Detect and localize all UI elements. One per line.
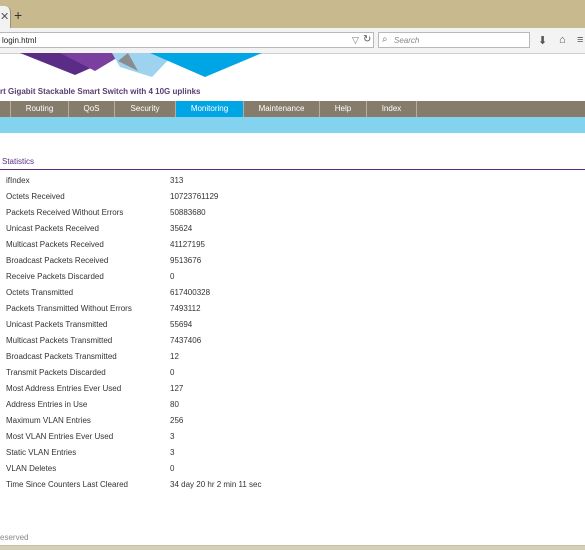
- stat-label: VLAN Deletes: [6, 464, 57, 473]
- main-menu: Routing QoS Security Monitoring Maintena…: [0, 101, 585, 117]
- stat-value: 0: [170, 272, 175, 281]
- stat-value: 256: [170, 416, 184, 425]
- browser-tab-strip: ✕ +: [0, 0, 585, 28]
- close-tab-icon[interactable]: ✕: [0, 10, 9, 23]
- stat-label: Receive Packets Discarded: [6, 272, 104, 281]
- table-row: Broadcast Packets Transmitted 12: [0, 348, 585, 364]
- menu-item-qos[interactable]: QoS: [69, 101, 115, 117]
- browser-navbar: login.html ▽ ↻ ⌕ Search ⬇ ⌂ ≡: [0, 28, 585, 54]
- table-row: Address Entries in Use 80: [0, 396, 585, 412]
- stat-label: Maximum VLAN Entries: [6, 416, 91, 425]
- stat-label: Static VLAN Entries: [6, 448, 77, 457]
- product-title: rt Gigabit Stackable Smart Switch with 4…: [0, 87, 201, 96]
- stat-value: 7493112: [170, 304, 201, 313]
- window-bottom-edge: [0, 546, 585, 550]
- stat-label: Most VLAN Entries Ever Used: [6, 432, 114, 441]
- table-row: Broadcast Packets Received 9513676: [0, 252, 585, 268]
- search-bar[interactable]: ⌕ Search: [378, 32, 530, 48]
- stat-value: 3: [170, 432, 175, 441]
- stat-value: 0: [170, 368, 175, 377]
- menu-item-hidden[interactable]: [0, 101, 11, 117]
- table-row: Most VLAN Entries Ever Used 3: [0, 428, 585, 444]
- stat-value: 41127195: [170, 240, 205, 249]
- stat-label: Multicast Packets Transmitted: [6, 336, 113, 345]
- table-row: Time Since Counters Last Cleared 34 day 2…: [0, 476, 585, 492]
- stat-value: 55694: [170, 320, 193, 329]
- stat-value: 617400328: [170, 288, 211, 297]
- stat-value: 10723761129: [170, 192, 219, 201]
- submenu-bar: [0, 117, 585, 133]
- reload-icon[interactable]: ↻: [363, 34, 371, 45]
- menu-icon[interactable]: ≡: [577, 34, 583, 46]
- menu-item-security[interactable]: Security: [115, 101, 176, 117]
- footer-copyright: eserved: [0, 533, 29, 542]
- url-text[interactable]: login.html: [2, 36, 36, 45]
- section-divider: [0, 169, 585, 170]
- stat-value: 34 day 20 hr 2 min 11 sec: [170, 480, 262, 489]
- table-row: Multicast Packets Received 41127195: [0, 236, 585, 252]
- table-row: Maximum VLAN Entries 256: [0, 412, 585, 428]
- search-input[interactable]: Search: [394, 36, 419, 45]
- stat-value: 12: [170, 352, 179, 361]
- stat-value: 50883680: [170, 208, 206, 217]
- table-row: Most Address Entries Ever Used 127: [0, 380, 585, 396]
- table-row: Octets Transmitted 617400328: [0, 284, 585, 300]
- stat-label: Transmit Packets Discarded: [6, 368, 106, 377]
- search-icon: ⌕: [382, 34, 388, 45]
- header-banner: [0, 53, 585, 77]
- stat-label: Multicast Packets Received: [6, 240, 104, 249]
- stat-label: Packets Received Without Errors: [6, 208, 124, 217]
- stat-label: Most Address Entries Ever Used: [6, 384, 122, 393]
- stat-label: Address Entries in Use: [6, 400, 88, 409]
- download-icon[interactable]: ⬇: [538, 34, 547, 47]
- table-row: Octets Received 10723761129: [0, 188, 585, 204]
- table-row: Packets Transmitted Without Errors 749311…: [0, 300, 585, 316]
- table-row: Transmit Packets Discarded 0: [0, 364, 585, 380]
- stat-label: Broadcast Packets Received: [6, 256, 109, 265]
- menu-item-maintenance[interactable]: Maintenance: [244, 101, 320, 117]
- stat-label: Unicast Packets Received: [6, 224, 99, 233]
- stat-value: 80: [170, 400, 179, 409]
- stat-value: 9513676: [170, 256, 202, 265]
- url-dropdown-icon[interactable]: ▽: [352, 35, 359, 46]
- stat-value: 3: [170, 448, 175, 457]
- menu-item-index[interactable]: Index: [367, 101, 417, 117]
- home-icon[interactable]: ⌂: [559, 34, 566, 46]
- table-row: Unicast Packets Transmitted 55694: [0, 316, 585, 332]
- stat-label: Broadcast Packets Transmitted: [6, 352, 117, 361]
- brand-graphic: [20, 53, 262, 77]
- table-row: Receive Packets Discarded 0: [0, 268, 585, 284]
- menu-item-help[interactable]: Help: [320, 101, 367, 117]
- stat-label: Octets Transmitted: [6, 288, 74, 297]
- stat-value: 7437406: [170, 336, 202, 345]
- table-row: VLAN Deletes 0: [0, 460, 585, 476]
- stat-value: 127: [170, 384, 184, 393]
- table-row: Packets Received Without Errors 50883680: [0, 204, 585, 220]
- menu-item-monitoring[interactable]: Monitoring: [176, 101, 244, 117]
- new-tab-icon[interactable]: +: [14, 7, 22, 23]
- stat-label: Octets Received: [6, 192, 65, 201]
- table-row: ifIndex 313: [0, 172, 585, 188]
- stat-value: 35624: [170, 224, 193, 233]
- stat-label: Packets Transmitted Without Errors: [6, 304, 132, 313]
- table-row: Multicast Packets Transmitted 7437406: [0, 332, 585, 348]
- stat-value: 0: [170, 464, 175, 473]
- stat-label: Time Since Counters Last Cleared: [6, 480, 128, 489]
- browser-tab[interactable]: ✕: [0, 6, 11, 28]
- table-row: Unicast Packets Received 35624: [0, 220, 585, 236]
- tab-statistics[interactable]: Statistics: [2, 157, 34, 166]
- stat-label: ifIndex: [6, 176, 30, 185]
- menu-item-routing[interactable]: Routing: [11, 101, 69, 117]
- stat-label: Unicast Packets Transmitted: [6, 320, 108, 329]
- table-row: Static VLAN Entries 3: [0, 444, 585, 460]
- url-bar[interactable]: login.html ▽ ↻: [0, 32, 374, 48]
- stat-value: 313: [170, 176, 184, 185]
